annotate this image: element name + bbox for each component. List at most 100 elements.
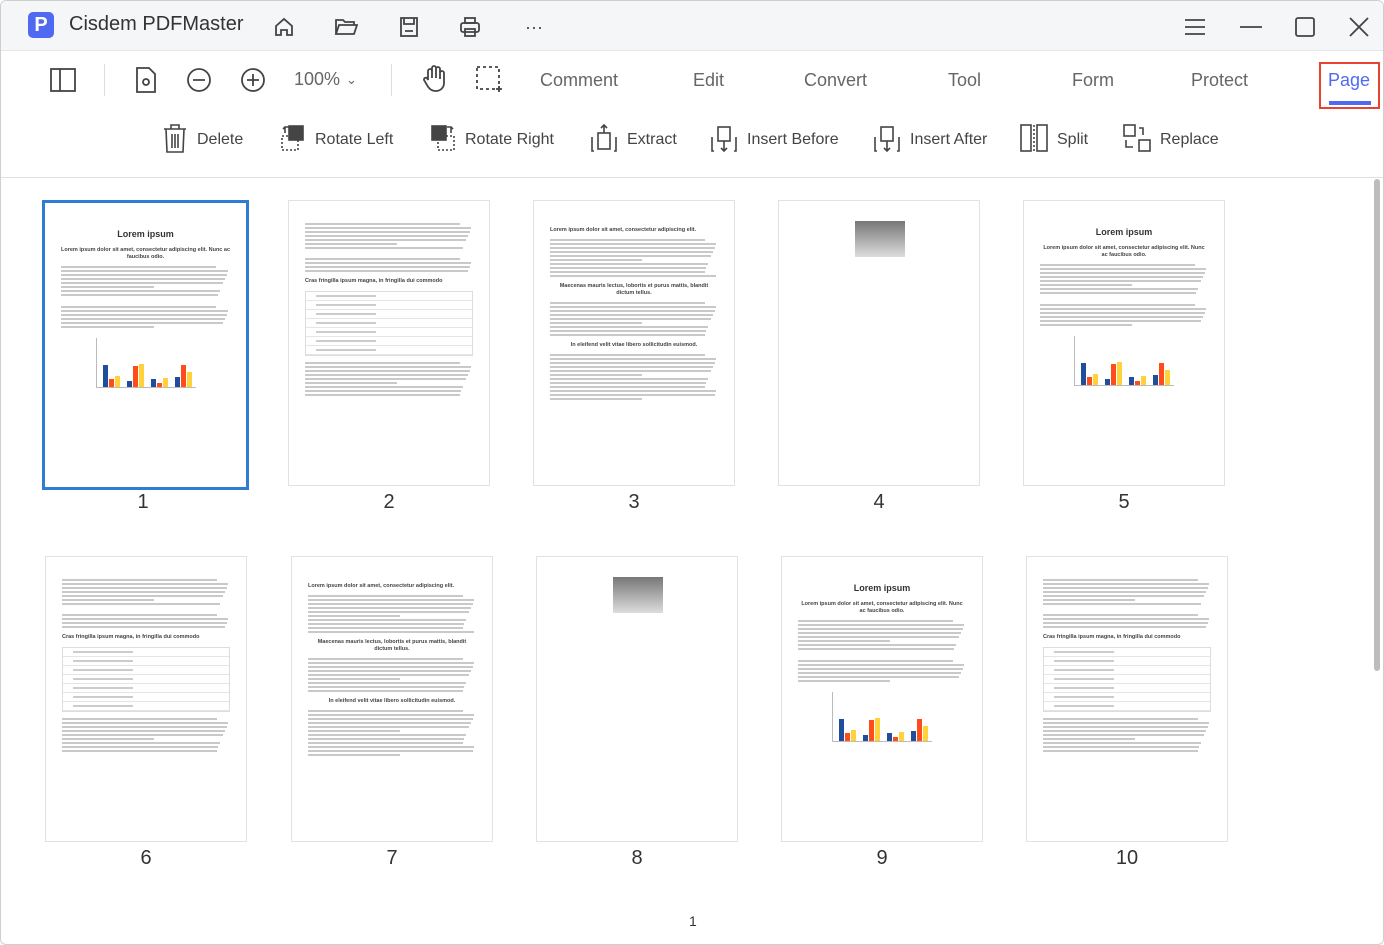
text-line <box>62 750 217 752</box>
text-line <box>61 290 220 292</box>
hand-tool-icon[interactable] <box>421 64 449 94</box>
text-line <box>550 243 717 245</box>
marquee-select-icon[interactable] <box>475 64 503 94</box>
chart-thumbnail <box>95 338 196 388</box>
page-thumbnail[interactable]: Cras fringilla ipsum magna, in fringilla… <box>45 556 247 842</box>
tab-convert[interactable]: Convert <box>804 70 867 91</box>
save-icon[interactable] <box>396 14 422 40</box>
insert-before-button[interactable]: Insert Before <box>709 123 839 157</box>
page-settings-icon[interactable] <box>132 66 160 94</box>
text-line <box>62 626 225 628</box>
text-line <box>62 587 227 589</box>
text-line <box>798 660 953 662</box>
page-thumbnail[interactable] <box>536 556 738 842</box>
app-window: P Cisdem PDFMaster ··· 100% ⌄ Comment Edit… <box>0 0 1384 945</box>
tab-tool[interactable]: Tool <box>948 70 981 91</box>
trash-icon <box>161 122 189 159</box>
text-line <box>62 603 220 605</box>
text-line <box>308 627 463 629</box>
page-thumbnail[interactable]: Cras fringilla ipsum magna, in fringilla… <box>1026 556 1228 842</box>
zoom-select[interactable]: 100% ⌄ <box>294 69 357 91</box>
chart-bar <box>1129 377 1134 385</box>
tab-protect[interactable]: Protect <box>1191 70 1248 91</box>
chart-bar <box>108 379 114 387</box>
tab-form[interactable]: Form <box>1072 70 1114 91</box>
text-line <box>61 318 225 320</box>
text-line <box>308 595 463 597</box>
page-thumbnail[interactable]: Lorem ipsum Lorem ipsum dolor sit amet, c… <box>42 200 249 490</box>
text-line <box>1043 734 1205 736</box>
extract-button[interactable]: Extract <box>589 123 677 157</box>
rotate-right-button[interactable]: Rotate Right <box>429 123 554 157</box>
open-folder-icon[interactable] <box>333 14 359 40</box>
page-thumbnail[interactable]: Lorem ipsum dolor sit amet, consectetur … <box>533 200 735 486</box>
text-line <box>305 227 472 229</box>
trash-button[interactable]: Delete <box>161 123 243 157</box>
text-line <box>62 599 155 601</box>
split-button[interactable]: Split <box>1019 123 1088 157</box>
text-line <box>798 664 965 666</box>
chart-bar <box>132 366 138 387</box>
insert-after-icon <box>872 123 902 158</box>
insert-after-button[interactable]: Insert After <box>872 123 987 157</box>
vertical-scrollbar[interactable] <box>1374 179 1380 671</box>
sidebar-toggle-icon[interactable] <box>49 66 77 94</box>
zoom-out-icon[interactable] <box>185 66 213 94</box>
page-thumbnail[interactable]: Lorem ipsum Lorem ipsum dolor sit amet, c… <box>781 556 983 842</box>
home-icon[interactable] <box>271 14 297 40</box>
text-line <box>1043 614 1198 616</box>
table-thumbnail <box>1043 647 1211 712</box>
menu-icon[interactable] <box>1181 14 1209 40</box>
close-icon[interactable] <box>1345 14 1373 40</box>
text-line <box>798 628 963 630</box>
text-line <box>308 619 466 621</box>
chart-bar <box>893 737 898 741</box>
page-number-label: 8 <box>631 847 643 869</box>
text-line <box>550 326 708 328</box>
chart-bar <box>1105 378 1110 385</box>
replace-button[interactable]: Replace <box>1122 123 1219 157</box>
chart-bar <box>1117 361 1122 385</box>
tab-comment[interactable]: Comment <box>540 70 618 91</box>
thumb-subtitle: Lorem ipsum dolor sit amet, consectetur … <box>1043 245 1205 258</box>
zoom-in-icon[interactable] <box>239 66 267 94</box>
text-line <box>1040 304 1195 306</box>
text-line <box>550 394 715 396</box>
text-line <box>61 274 227 276</box>
text-line <box>308 666 473 668</box>
text-line <box>305 258 460 260</box>
page-thumbnail[interactable] <box>778 200 980 486</box>
text-line <box>798 624 965 626</box>
rotate-left-button[interactable]: Rotate Left <box>279 123 393 157</box>
text-line <box>1040 288 1198 290</box>
text-line <box>550 334 705 336</box>
maximize-icon[interactable] <box>1291 14 1319 40</box>
rotate-right-icon <box>429 124 457 157</box>
more-icon[interactable]: ··· <box>521 14 547 40</box>
thumb-title: Lorem ipsum <box>117 229 174 239</box>
tool-label: Insert Before <box>747 131 839 148</box>
chart-thumbnail <box>832 692 932 742</box>
tab-edit[interactable]: Edit <box>693 70 724 91</box>
text-line <box>308 710 463 712</box>
replace-icon <box>1122 123 1152 158</box>
text-line <box>308 746 475 748</box>
text-line <box>305 382 398 384</box>
text-line <box>308 730 401 732</box>
page-thumbnail[interactable]: Lorem ipsum Lorem ipsum dolor sit amet, c… <box>1023 200 1225 486</box>
text-line <box>550 302 705 304</box>
page-thumbnail[interactable]: Lorem ipsum dolor sit amet, consectetur … <box>291 556 493 842</box>
text-line <box>550 358 717 360</box>
text-line <box>62 730 225 732</box>
page-thumbnail[interactable]: Cras fringilla ipsum magna, in fringilla… <box>288 200 490 486</box>
text-line <box>61 310 229 312</box>
page-number-label: 4 <box>873 491 885 513</box>
text-line <box>62 591 225 593</box>
text-line <box>1043 595 1205 597</box>
minimize-icon[interactable] <box>1237 14 1265 40</box>
text-line <box>61 270 229 272</box>
print-icon[interactable] <box>457 14 483 40</box>
text-line <box>798 676 960 678</box>
text-line <box>308 734 466 736</box>
text-line <box>1040 276 1203 278</box>
